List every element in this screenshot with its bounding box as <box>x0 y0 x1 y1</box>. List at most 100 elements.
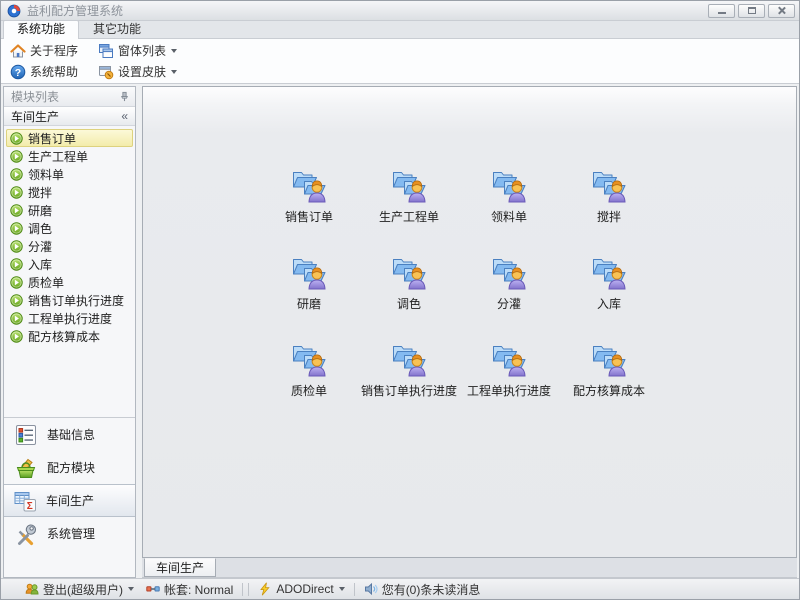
module-group-header[interactable]: 车间生产 « <box>4 107 135 126</box>
shortcut-warehousing[interactable]: 入库 <box>559 252 659 312</box>
tab-other-functions[interactable]: 其它功能 <box>79 20 155 38</box>
shortcut-sales-order-progress[interactable]: 销售订单执行进度 <box>359 339 459 399</box>
chevron-down-icon <box>171 49 177 53</box>
sidebar-item-filling[interactable]: 分灌 <box>6 237 133 255</box>
speaker-icon <box>364 582 378 596</box>
folder-user-icon <box>489 252 529 292</box>
shortcut-sales-order[interactable]: 销售订单 <box>259 165 359 225</box>
sidebar-item-warehousing[interactable]: 入库 <box>6 255 133 273</box>
shortcut-quality-check[interactable]: 质检单 <box>259 339 359 399</box>
windows-icon <box>98 43 114 59</box>
chevron-down-icon <box>128 587 134 591</box>
shortcut-work-order-progress[interactable]: 工程单执行进度 <box>459 339 559 399</box>
sidebar-item-grinding[interactable]: 研磨 <box>6 201 133 219</box>
collapse-icon[interactable]: « <box>121 109 128 123</box>
sidebar-item-label: 分灌 <box>28 238 52 255</box>
ribbon-tabstrip: 系统功能 其它功能 <box>1 21 799 39</box>
sidebar-item-production-order[interactable]: 生产工程单 <box>6 147 133 165</box>
go-icon <box>10 330 23 343</box>
about-program-button[interactable]: 关于程序 <box>5 41 83 60</box>
folder-user-icon <box>289 252 329 292</box>
shortcut-filling[interactable]: 分灌 <box>459 252 559 312</box>
separator <box>248 583 249 596</box>
close-button[interactable] <box>768 4 795 18</box>
nav-basic-info[interactable]: 基础信息 <box>4 418 135 451</box>
sidebar-item-mixing[interactable]: 搅拌 <box>6 183 133 201</box>
pin-icon[interactable] <box>119 91 130 102</box>
folder-user-icon <box>289 339 329 379</box>
ado-direct-label: ADODirect <box>276 582 333 596</box>
window-title: 益利配方管理系统 <box>27 2 123 19</box>
shortcut-label: 销售订单执行进度 <box>361 382 457 399</box>
sidebar-item-label: 质检单 <box>28 274 64 291</box>
shortcut-label: 分灌 <box>497 295 521 312</box>
shortcut-tinting[interactable]: 调色 <box>359 252 459 312</box>
logout-label: 登出(超级用户) <box>43 581 123 598</box>
about-program-label: 关于程序 <box>30 42 78 59</box>
nav-section-label: 基础信息 <box>47 426 95 443</box>
sidebar-item-label: 工程单执行进度 <box>28 310 112 327</box>
module-list-panel: 模块列表 车间生产 « 销售订单 生产工程单 领料单 <box>3 86 136 578</box>
sidebar-item-quality-check[interactable]: 质检单 <box>6 273 133 291</box>
sidebar-item-formula-cost[interactable]: 配方核算成本 <box>6 327 133 345</box>
basket-icon <box>14 456 38 480</box>
list-icon <box>14 423 38 447</box>
titlebar: 益利配方管理系统 <box>1 1 799 21</box>
shortcut-grinding[interactable]: 研磨 <box>259 252 359 312</box>
toolbar: 关于程序 窗体列表 系统帮助 设置皮肤 <box>1 39 799 84</box>
shortcut-label: 入库 <box>597 295 621 312</box>
sidebar-item-material-request[interactable]: 领料单 <box>6 165 133 183</box>
table-sigma-icon <box>13 489 37 513</box>
shortcut-label: 销售订单 <box>285 208 333 225</box>
go-icon <box>10 186 23 199</box>
go-icon <box>10 312 23 325</box>
set-skin-button[interactable]: 设置皮肤 <box>93 62 182 81</box>
ado-direct-button[interactable]: ADODirect <box>258 582 344 596</box>
sidebar-item-label: 搅拌 <box>28 184 52 201</box>
unread-messages-indicator[interactable]: 您有(0)条未读消息 <box>364 581 481 598</box>
nav-section-label: 系统管理 <box>47 525 95 542</box>
separator <box>354 583 355 596</box>
document-tabstrip: 车间生产 <box>142 558 797 578</box>
nav-system-management[interactable]: 系统管理 <box>4 517 135 550</box>
minimize-button[interactable] <box>708 4 735 18</box>
sidebar-item-work-order-progress[interactable]: 工程单执行进度 <box>6 309 133 327</box>
nav-workshop-production[interactable]: 车间生产 <box>4 484 135 517</box>
go-icon <box>10 222 23 235</box>
app-logo-icon <box>6 4 22 18</box>
logout-button[interactable]: 登出(超级用户) <box>25 581 134 598</box>
shortcut-label: 质检单 <box>291 382 327 399</box>
sidebar-item-label: 研磨 <box>28 202 52 219</box>
sidebar-item-label: 销售订单 <box>28 130 76 147</box>
unread-messages-label: 您有(0)条未读消息 <box>382 581 481 598</box>
sidebar-item-sales-order[interactable]: 销售订单 <box>6 129 133 147</box>
nav-formula-module[interactable]: 配方模块 <box>4 451 135 484</box>
shortcut-label: 调色 <box>397 295 421 312</box>
document-tab-workshop-production[interactable]: 车间生产 <box>144 558 216 577</box>
account-set-label: 帐套: Normal <box>164 581 233 598</box>
statusbar: 登出(超级用户) 帐套: Normal ADODirect 您有(0)条未读消息 <box>1 578 799 599</box>
shortcut-label: 工程单执行进度 <box>467 382 551 399</box>
shortcut-mixing[interactable]: 搅拌 <box>559 165 659 225</box>
sidebar-item-tinting[interactable]: 调色 <box>6 219 133 237</box>
sidebar-item-sales-order-progress[interactable]: 销售订单执行进度 <box>6 291 133 309</box>
system-help-button[interactable]: 系统帮助 <box>5 62 83 81</box>
shortcut-label: 研磨 <box>297 295 321 312</box>
folder-user-icon <box>589 339 629 379</box>
maximize-button[interactable] <box>738 4 765 18</box>
go-icon <box>10 276 23 289</box>
window-list-button[interactable]: 窗体列表 <box>93 41 182 60</box>
sidebar-item-label: 配方核算成本 <box>28 328 100 345</box>
folder-user-icon <box>389 252 429 292</box>
go-icon <box>10 294 23 307</box>
tab-system-functions[interactable]: 系统功能 <box>3 20 79 39</box>
shortcut-production-order[interactable]: 生产工程单 <box>359 165 459 225</box>
go-icon <box>10 150 23 163</box>
users-icon <box>25 582 39 596</box>
sidebar-item-label: 入库 <box>28 256 52 273</box>
shortcut-formula-cost[interactable]: 配方核算成本 <box>559 339 659 399</box>
folder-user-icon <box>389 339 429 379</box>
sidebar-item-label: 生产工程单 <box>28 148 88 165</box>
minimize-icon <box>718 12 726 14</box>
shortcut-material-request[interactable]: 领料单 <box>459 165 559 225</box>
